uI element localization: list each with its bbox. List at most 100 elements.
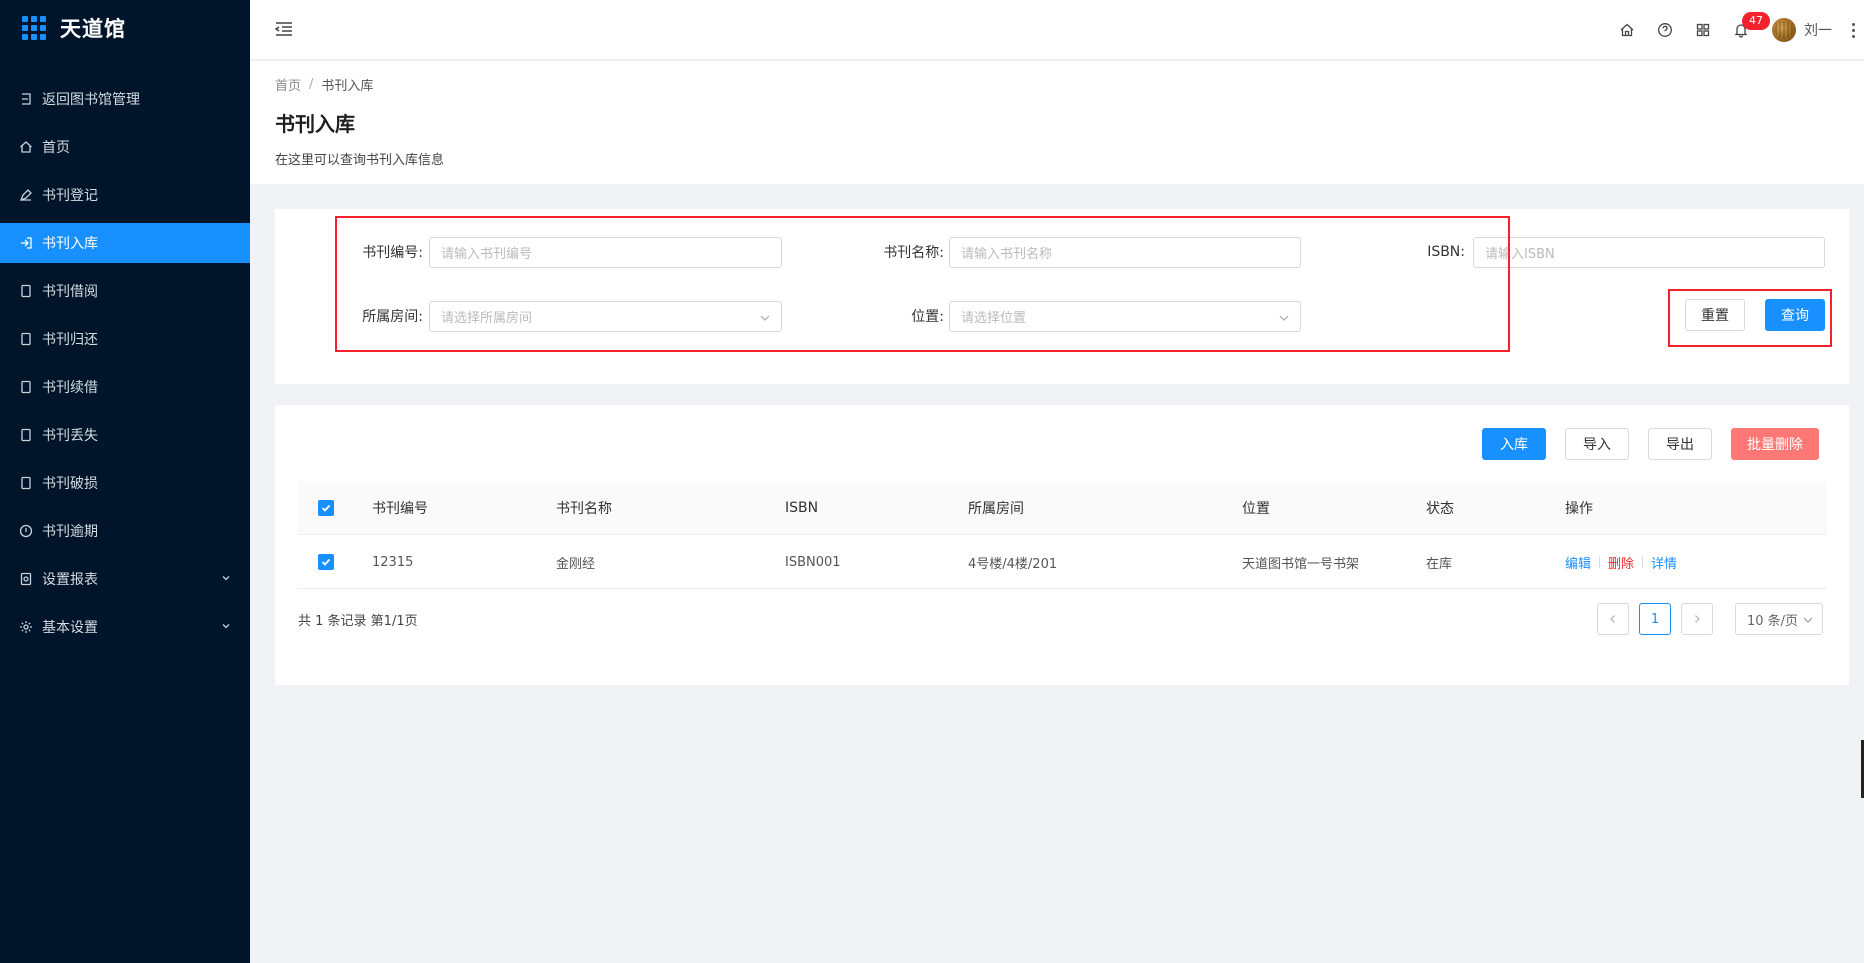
- book-icon: [19, 284, 33, 298]
- breadcrumb-home[interactable]: 首页: [275, 75, 301, 94]
- sidebar-item-label: 书刊丢失: [42, 428, 98, 444]
- table-row: 12315 金刚经 ISBN001 4号楼/4楼/201 天道图书馆一号书架 在…: [298, 535, 1827, 589]
- table-toolbar: 入库 导入 导出 批量删除: [1463, 428, 1819, 460]
- chevron-down-icon: [222, 576, 230, 581]
- highlight-box-buttons: [1668, 289, 1832, 347]
- pen-icon: [19, 188, 33, 202]
- page-title: 书刊入库: [275, 112, 355, 136]
- menu-fold-icon[interactable]: [274, 19, 294, 39]
- highlight-box-fields: [335, 216, 1510, 352]
- column-header[interactable]: ISBN: [785, 481, 818, 535]
- user-menu[interactable]: 刘一: [1772, 18, 1832, 42]
- home-icon: [19, 140, 33, 154]
- sidebar-item-return[interactable]: 返回图书馆管理: [0, 79, 250, 119]
- chevron-down-icon: [222, 624, 230, 629]
- sidebar-item-label: 书刊破损: [42, 476, 98, 492]
- avatar: [1772, 18, 1796, 42]
- breadcrumb-separator: /: [309, 77, 314, 92]
- cell-room: 4号楼/4楼/201: [968, 556, 1058, 572]
- page-number-button[interactable]: 1: [1639, 603, 1671, 635]
- question-icon: [1658, 23, 1672, 37]
- cell-status: 在库: [1426, 556, 1453, 572]
- sidebar-item-label: 返回图书馆管理: [42, 92, 140, 108]
- sidebar-item-return-book[interactable]: 书刊归还: [0, 319, 250, 359]
- sidebar: 天道馆 返回图书馆管理 首页 书刊登记 书刊入库 书刊借阅 书刊归还 书刊续借 …: [0, 0, 250, 963]
- home-button[interactable]: [1608, 15, 1646, 45]
- chevron-left-icon: [1610, 615, 1615, 623]
- next-page-button[interactable]: [1681, 603, 1713, 635]
- sidebar-item-label: 书刊登记: [42, 188, 98, 204]
- app-title: 天道馆: [60, 17, 126, 41]
- sidebar-item-label: 首页: [42, 140, 70, 156]
- column-header: 操作: [1565, 501, 1593, 517]
- cell-code: 12315: [372, 554, 414, 570]
- sidebar-item-lost[interactable]: 书刊丢失: [0, 415, 250, 455]
- table-card: 入库 导入 导出 批量删除 书刊编号 书刊名称 ISBN 所属房间 位置 状态 …: [275, 405, 1849, 685]
- batch-delete-button[interactable]: 批量删除: [1731, 428, 1819, 460]
- help-button[interactable]: [1646, 15, 1684, 45]
- logo[interactable]: 天道馆: [0, 0, 250, 56]
- column-header[interactable]: 书刊编号: [372, 481, 428, 535]
- notification-badge: 47: [1742, 12, 1770, 30]
- cell-actions: 编辑 删除 详情: [1565, 535, 1677, 589]
- report-icon: [19, 572, 33, 586]
- cell-name: 金刚经: [556, 556, 596, 572]
- column-header[interactable]: 书刊名称: [556, 481, 612, 535]
- clock-icon: [19, 524, 33, 538]
- sidebar-item-stock-in[interactable]: 书刊入库: [0, 223, 250, 263]
- apps-grid-icon: [22, 16, 46, 40]
- breadcrumb: 首页 / 书刊入库: [275, 75, 1864, 94]
- chevron-down-icon: [1803, 617, 1813, 623]
- gear-icon: [19, 620, 33, 634]
- divider: [1599, 556, 1601, 568]
- sidebar-item-renew[interactable]: 书刊续借: [0, 367, 250, 407]
- sidebar-item-overdue[interactable]: 书刊逾期: [0, 511, 250, 551]
- sidebar-item-damaged[interactable]: 书刊破损: [0, 463, 250, 503]
- detail-link[interactable]: 详情: [1651, 553, 1677, 572]
- column-header[interactable]: 位置: [1242, 481, 1270, 535]
- record-summary: 共 1 条记录 第1/1页: [298, 614, 418, 629]
- book-icon: [19, 380, 33, 394]
- apps-button[interactable]: [1684, 15, 1722, 45]
- divider: [1642, 556, 1644, 568]
- sidebar-item-report-settings[interactable]: 设置报表: [0, 559, 250, 599]
- login-icon: [19, 236, 33, 250]
- return-icon: [19, 92, 33, 106]
- column-header[interactable]: 所属房间: [968, 481, 1024, 535]
- sidebar-item-basic-settings[interactable]: 基本设置: [0, 607, 250, 647]
- export-button[interactable]: 导出: [1648, 428, 1712, 460]
- book-icon: [19, 428, 33, 442]
- sidebar-item-register[interactable]: 书刊登记: [0, 175, 250, 215]
- pagination: 1 10 条/页: [1587, 603, 1823, 635]
- check-icon: [321, 558, 331, 566]
- page-size-select[interactable]: 10 条/页: [1735, 603, 1823, 635]
- sidebar-item-borrow[interactable]: 书刊借阅: [0, 271, 250, 311]
- page-description: 在这里可以查询书刊入库信息: [275, 153, 445, 168]
- stock-in-button[interactable]: 入库: [1482, 428, 1546, 460]
- import-button[interactable]: 导入: [1565, 428, 1629, 460]
- search-form: 书刊编号: 请输入书刊编号 书刊名称: 请输入书刊名称 ISBN: 请输入ISB…: [275, 209, 1849, 384]
- row-checkbox[interactable]: [318, 535, 334, 589]
- isbn-input[interactable]: 请输入ISBN: [1473, 236, 1825, 268]
- sidebar-item-home[interactable]: 首页: [0, 127, 250, 167]
- sidebar-item-label: 书刊逾期: [42, 524, 98, 540]
- cell-isbn: ISBN001: [785, 554, 841, 570]
- book-icon: [19, 332, 33, 346]
- cell-position: 天道图书馆一号书架: [1242, 556, 1360, 572]
- delete-link[interactable]: 删除: [1608, 553, 1634, 572]
- sidebar-item-label: 基本设置: [42, 620, 98, 636]
- more-vertical-icon[interactable]: [1846, 18, 1860, 42]
- home-icon: [1620, 23, 1634, 37]
- edit-link[interactable]: 编辑: [1565, 553, 1591, 572]
- sidebar-item-label: 书刊归还: [42, 332, 98, 348]
- sidebar-item-label: 书刊入库: [42, 236, 98, 252]
- select-all-checkbox[interactable]: [318, 481, 334, 535]
- grid-icon: [1696, 23, 1710, 37]
- notification-button[interactable]: 47: [1722, 12, 1770, 45]
- chevron-right-icon: [1695, 615, 1700, 623]
- book-icon: [19, 476, 33, 490]
- column-header[interactable]: 状态: [1426, 481, 1454, 535]
- page-size-value: 10 条/页: [1747, 613, 1799, 629]
- prev-page-button[interactable]: [1597, 603, 1629, 635]
- breadcrumb-current: 书刊入库: [321, 79, 374, 94]
